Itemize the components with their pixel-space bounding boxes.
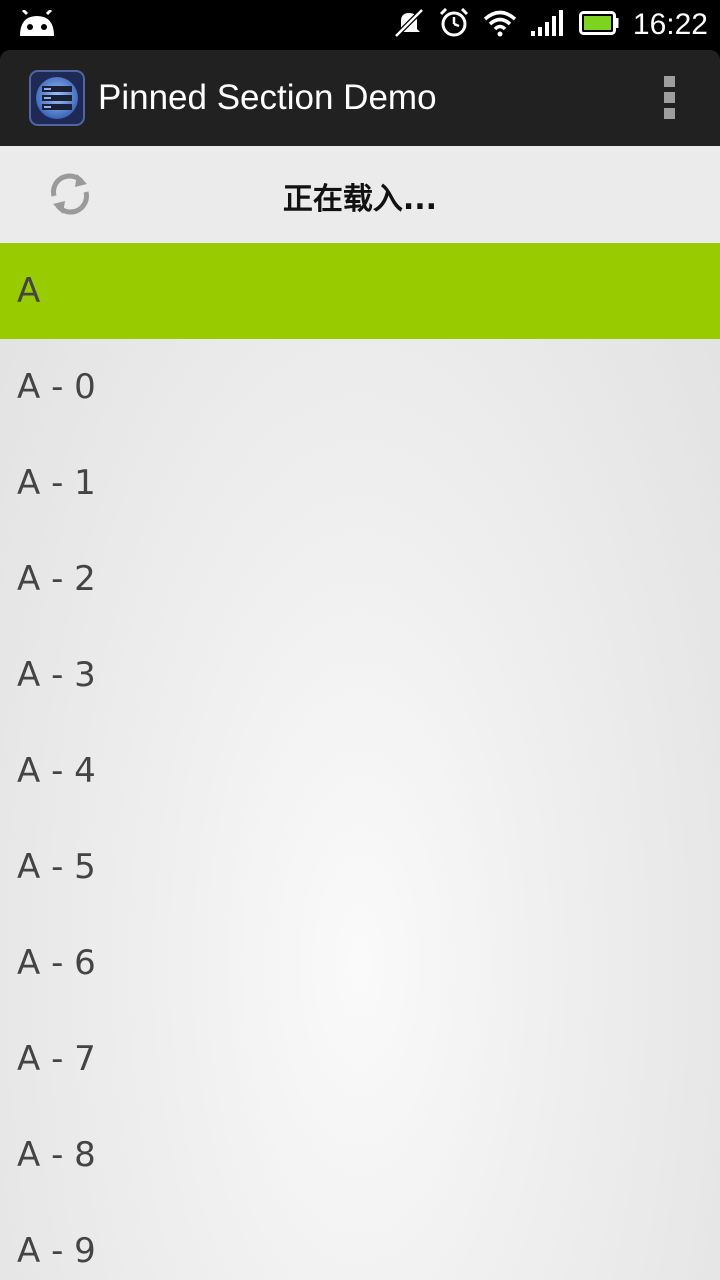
list-item-label: A - 1	[17, 463, 96, 503]
list-item-label: A - 9	[17, 1231, 96, 1271]
alarm-icon	[439, 7, 469, 42]
list-item[interactable]: A - 4	[0, 723, 720, 819]
list-item[interactable]: A - 8	[0, 1107, 720, 1203]
list-app-icon[interactable]	[29, 70, 85, 126]
list-item-label: A - 3	[17, 655, 96, 695]
list-item-label: A - 4	[17, 751, 96, 791]
list-item[interactable]: A - 7	[0, 1011, 720, 1107]
list-item-label: A - 6	[17, 943, 96, 983]
list-item[interactable]: A - 9	[0, 1203, 720, 1280]
list-item[interactable]: A - 6	[0, 915, 720, 1011]
action-bar: Pinned Section Demo	[0, 50, 720, 146]
list-item-label: A - 0	[17, 367, 96, 407]
signal-icon	[530, 9, 565, 41]
list-item[interactable]: A - 0	[0, 339, 720, 435]
list-item[interactable]: A - 5	[0, 819, 720, 915]
list-item-label: A - 8	[17, 1135, 96, 1175]
wifi-icon	[483, 9, 517, 41]
content-area[interactable]: 正在载入... A A - 0 A - 1 A - 2 A - 3 A - 4 …	[0, 146, 720, 1280]
status-bar: 16:22	[0, 0, 720, 50]
section-label: A	[17, 271, 41, 311]
overflow-menu-icon[interactable]	[658, 74, 682, 122]
list-item[interactable]: A - 3	[0, 627, 720, 723]
battery-icon	[578, 11, 619, 39]
android-icon	[18, 8, 56, 44]
app-title: Pinned Section Demo	[98, 78, 437, 117]
loading-text: 正在载入...	[282, 182, 438, 217]
status-time: 16:22	[632, 8, 708, 41]
loading-row: 正在载入...	[0, 146, 720, 243]
list-item-label: A - 7	[17, 1039, 96, 1079]
list-item-label: A - 2	[17, 559, 96, 599]
list-item[interactable]: A - 2	[0, 531, 720, 627]
list-item[interactable]: A - 1	[0, 435, 720, 531]
mute-icon	[393, 7, 425, 43]
pinned-section-header[interactable]: A	[0, 243, 720, 339]
list-item-label: A - 5	[17, 847, 96, 887]
